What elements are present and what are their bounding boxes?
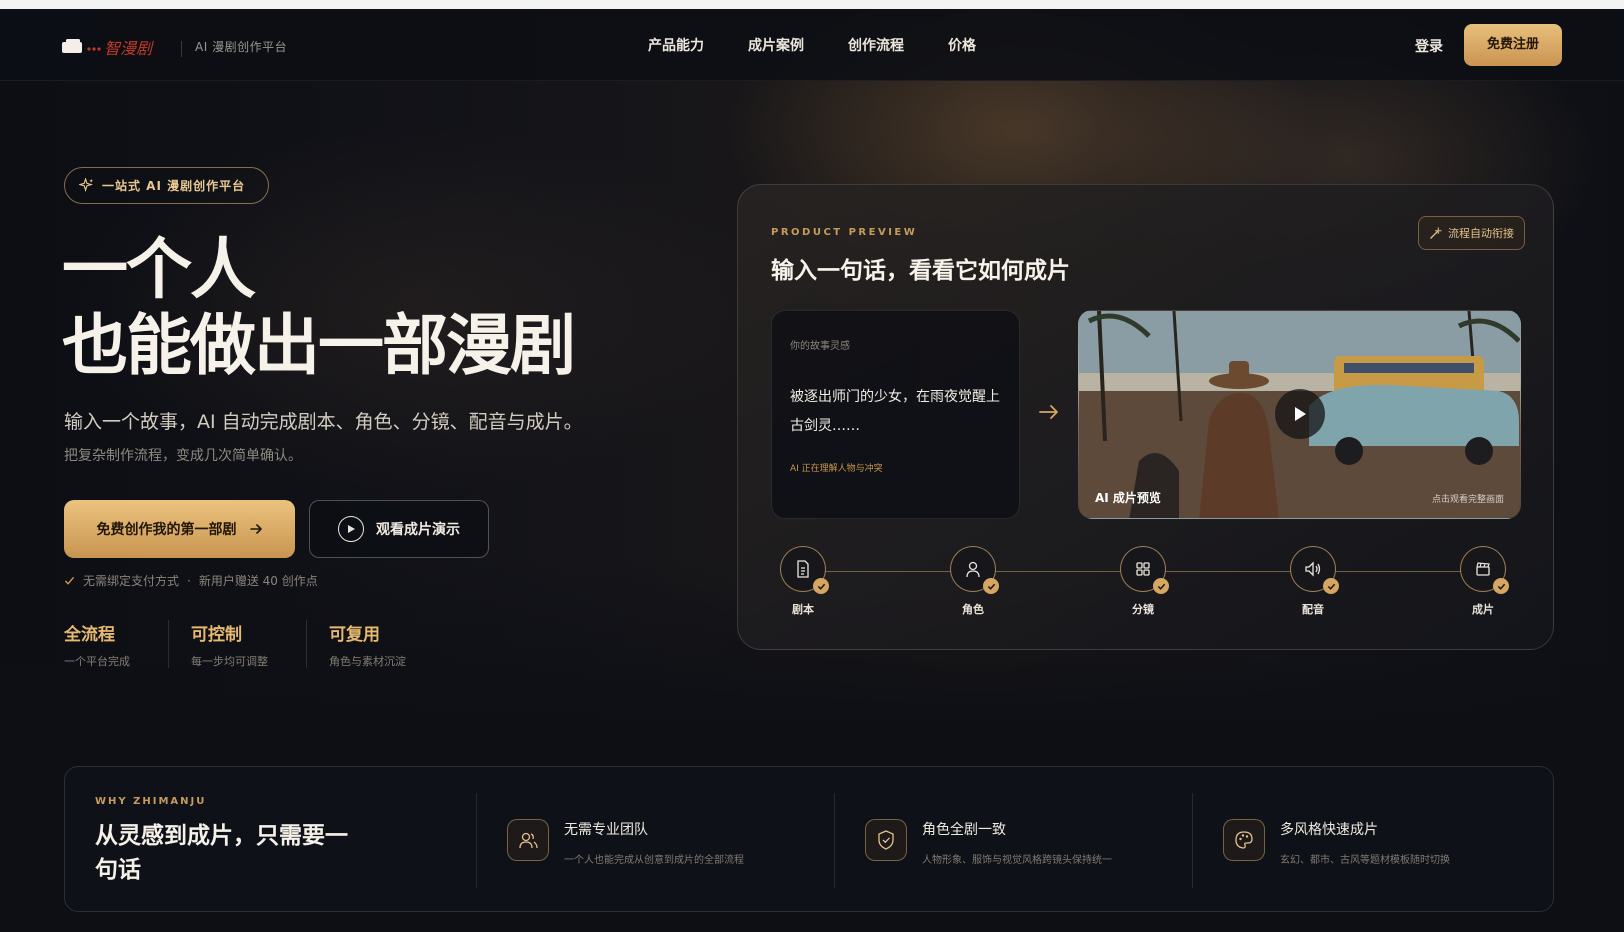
why-item-title: 无需专业团队 [564,822,648,838]
step-label: 分镜 [1132,603,1154,616]
arrow-right-icon [249,524,262,534]
main-nav: 产品能力 成片案例 创作流程 价格 [648,35,976,55]
hero-badge: 一站式 AI 漫剧创作平台 [64,167,269,204]
feature-title: 全流程 [64,625,115,645]
nav-link-pricing[interactable]: 价格 [948,35,976,55]
why-item-desc: 一个人也能完成从创意到成片的全部流程 [564,855,744,866]
hero-title-line-2: 也能做出一部漫剧 [62,307,576,384]
feature-title: 可控制 [191,625,242,645]
why-eyebrow: WHY ZHIMANJU [95,796,207,807]
preview-eyebrow: PRODUCT PREVIEW [771,227,918,238]
why-item-desc: 人物形象、服饰与视觉风格跨镜头保持统一 [922,855,1112,866]
arrow-right-icon [1039,405,1058,419]
sparkle-icon [79,178,94,193]
hero-features: 全流程 一个平台完成 可控制 每一步均可调整 可复用 角色与素材沉淀 [64,620,466,668]
brand-subtitle: AI 漫剧创作平台 [195,40,288,54]
play-icon [338,516,364,542]
step-voice[interactable]: 配音 [1283,546,1343,617]
why-item-consistent-characters: 角色全剧一致 人物形象、服饰与视觉风格跨镜头保持统一 [834,793,1192,888]
check-icon [813,578,829,594]
hero-badge-text: 一站式 AI 漫剧创作平台 [102,179,246,193]
nav-link-workflow[interactable]: 创作流程 [848,35,904,55]
story-status: AI 正在理解人物与冲突 [790,464,883,474]
video-play-button[interactable] [1275,389,1325,439]
clapperboard-icon [1460,546,1509,594]
feature-reusable: 可复用 角色与素材沉淀 [329,620,444,668]
check-icon [64,576,75,585]
logo-divider [181,41,182,57]
hero-title: 一个人 也能做出一部漫剧 [62,231,576,384]
step-label: 剧本 [792,603,814,616]
check-icon [1493,578,1509,594]
step-storyboard[interactable]: 分镜 [1113,546,1173,617]
product-preview-card: PRODUCT PREVIEW 输入一句话，看看它如何成片 流程自动衔接 你的故… [737,184,1554,650]
auto-flow-tag: 流程自动衔接 [1418,216,1525,250]
start-creating-label: 免费创作我的第一部剧 [96,522,237,538]
grid-icon [1120,546,1169,594]
auto-flow-tag-text: 流程自动衔接 [1448,227,1514,240]
feature-controllable: 可控制 每一步均可调整 [191,620,307,668]
palette-icon [1223,819,1265,861]
feature-subtitle: 每一步均可调整 [191,655,268,668]
why-item-desc: 玄幻、都市、古风等题材模板随时切换 [1280,855,1450,866]
step-label: 成片 [1472,603,1494,616]
feature-full-flow: 全流程 一个平台完成 [64,620,169,668]
start-creating-button[interactable]: 免费创作我的第一部剧 [64,500,295,558]
watch-demo-button[interactable]: 观看成片演示 [309,500,489,558]
shield-icon [865,819,907,861]
note-separator: · [187,573,191,588]
hero-note: 无需绑定支付方式 · 新用户赠送 40 创作点 [64,572,318,589]
feature-subtitle: 角色与素材沉淀 [329,655,406,668]
signup-button[interactable]: 免费注册 [1464,24,1562,66]
why-item-title: 角色全剧一致 [922,822,1006,838]
hero-title-line-1: 一个人 [62,231,256,308]
browser-tab-strip [0,0,1624,9]
video-preview[interactable]: AI 成片预览 点击观看完整画面 [1078,310,1521,519]
preview-title: 输入一句话，看看它如何成片 [771,258,1070,284]
watch-demo-label: 观看成片演示 [376,522,460,538]
step-label: 角色 [962,603,984,616]
step-character[interactable]: 角色 [943,546,1003,617]
feature-subtitle: 一个平台完成 [64,655,130,668]
check-icon [983,578,999,594]
user-icon [950,546,999,594]
svg-text:智漫剧: 智漫剧 [104,39,154,58]
magic-wand-icon [1430,226,1442,239]
top-navbar: 智漫剧 AI 漫剧创作平台 产品能力 成片案例 创作流程 价格 登录 免费注册 [0,9,1624,81]
step-script[interactable]: 剧本 [773,546,833,617]
story-input-box[interactable]: 你的故事灵感 被逐出师门的少女，在雨夜觉醒上古剑灵…… AI 正在理解人物与冲突 [771,310,1020,519]
feature-title: 可复用 [329,625,380,645]
why-item-multi-style: 多风格快速成片 玄幻、都市、古风等题材模板随时切换 [1192,793,1532,888]
step-label: 配音 [1302,603,1324,616]
check-icon [1323,578,1339,594]
speaker-icon [1290,546,1339,594]
video-hint: 点击观看完整画面 [1432,495,1505,505]
note-free-credits: 新用户赠送 40 创作点 [198,574,318,588]
nav-link-showcase[interactable]: 成片案例 [748,35,804,55]
hero-subtext: 把复杂制作流程，变成几次简单确认。 [64,448,302,464]
nav-link-capabilities[interactable]: 产品能力 [648,35,704,55]
why-title: 从灵感到成片，只需要一句话 [95,823,348,883]
step-final-video[interactable]: 成片 [1453,546,1513,617]
hero-description: 输入一个故事，AI 自动完成剧本、角色、分镜、配音与成片。 [64,411,583,433]
check-icon [1153,578,1169,594]
login-link[interactable]: 登录 [1415,36,1443,56]
story-label: 你的故事灵感 [790,341,850,352]
video-label: AI 成片预览 [1095,491,1161,505]
users-icon [507,819,549,861]
why-section: WHY ZHIMANJU 从灵感到成片，只需要一句话 无需专业团队 一个人也能完… [64,766,1554,912]
why-item-no-team: 无需专业团队 一个人也能完成从创意到成片的全部流程 [476,793,834,888]
story-text: 被逐出师门的少女，在雨夜觉醒上古剑灵…… [790,389,1000,434]
why-item-title: 多风格快速成片 [1280,822,1378,838]
brand-logo[interactable]: 智漫剧 [62,33,162,61]
note-no-payment: 无需绑定支付方式 [83,574,180,588]
play-icon [1295,407,1306,421]
document-icon [780,546,829,594]
